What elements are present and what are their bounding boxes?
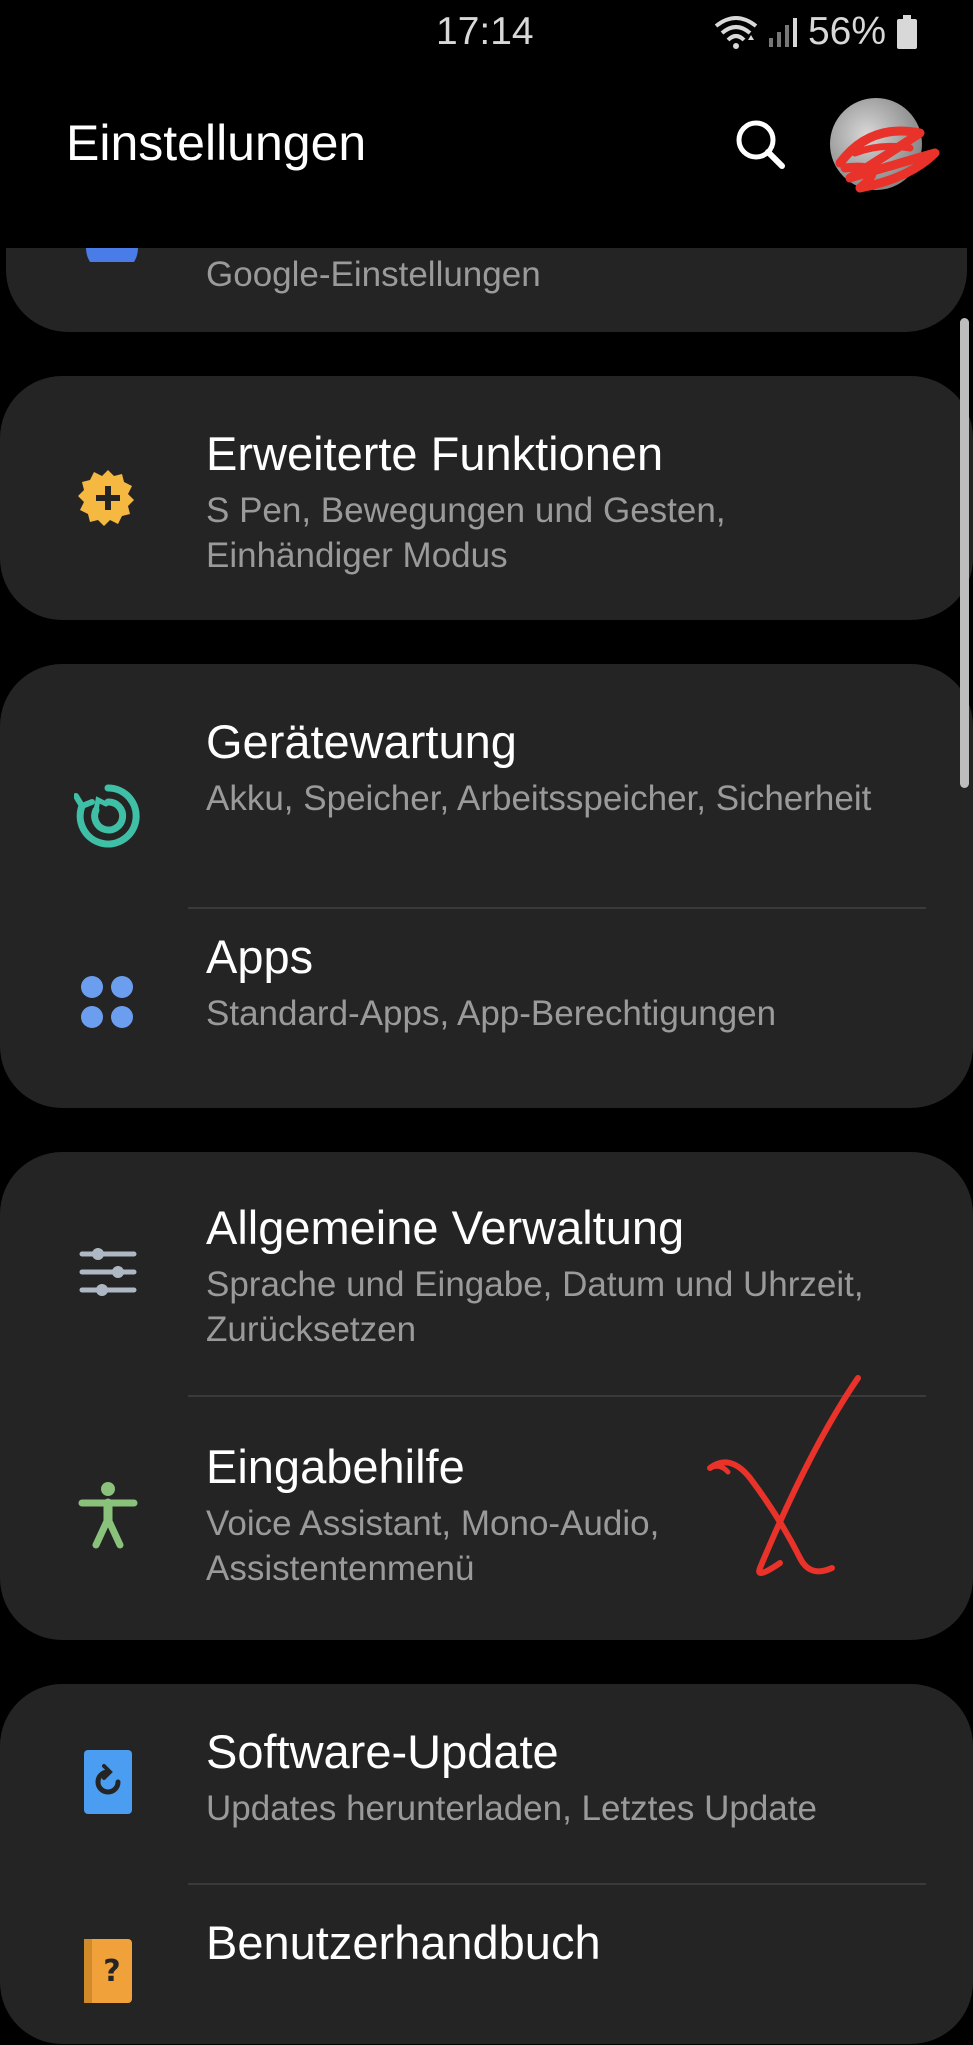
settings-card-advanced: Erweiterte Funktionen S Pen, Bewegungen …	[0, 376, 973, 620]
status-bar: 17:14 56%	[0, 0, 973, 70]
row-title: Benutzerhandbuch	[206, 1916, 601, 1969]
settings-row-geraetewartung[interactable]: Gerätewartung Akku, Speicher, Arbeitsspe…	[0, 664, 973, 908]
gear-plus-icon	[74, 464, 142, 532]
settings-card-google[interactable]: Google-Einstellungen	[6, 248, 967, 332]
row-title: Apps	[206, 930, 314, 983]
battery-level: 56%	[807, 10, 886, 53]
apps-grid-icon	[74, 969, 142, 1037]
status-time: 17:14	[436, 10, 534, 53]
software-update-icon	[74, 1748, 142, 1816]
row-subtitle: Standard-Apps, App-Berechtigungen	[206, 994, 777, 1033]
status-icons: 56%	[714, 10, 918, 54]
row-subtitle: Akku, Speicher, Arbeitsspeicher, Sicherh…	[206, 779, 872, 818]
redaction-scribble	[835, 126, 940, 193]
battery-icon	[896, 14, 918, 50]
row-title: Software-Update	[206, 1725, 559, 1778]
sliders-icon	[74, 1238, 142, 1306]
settings-row-benutzerhandbuch[interactable]: ? Benutzerhandbuch	[0, 1885, 973, 2045]
row-subtitle: Updates herunterladen, Letztes Update	[206, 1789, 817, 1828]
google-icon	[86, 248, 138, 262]
row-title: Eingabehilfe	[206, 1440, 465, 1493]
wifi-icon	[714, 14, 758, 50]
row-title: Allgemeine Verwaltung	[206, 1201, 685, 1254]
device-care-icon	[74, 782, 142, 850]
cellular-signal-icon	[768, 16, 798, 48]
settings-row-apps[interactable]: Apps Standard-Apps, App-Berechtigungen	[0, 909, 973, 1108]
accessibility-icon	[74, 1481, 142, 1549]
settings-card-software: Software-Update Updates herunterladen, L…	[0, 1684, 973, 2044]
settings-row-erweiterte-funktionen[interactable]: Erweiterte Funktionen S Pen, Bewegungen …	[0, 376, 973, 620]
row-subtitle: Google-Einstellungen	[206, 255, 541, 294]
row-subtitle: Sprache und Eingabe, Datum und Uhrzeit, …	[206, 1265, 864, 1349]
row-title: Gerätewartung	[206, 715, 517, 768]
search-button[interactable]	[728, 112, 792, 176]
user-manual-icon: ?	[74, 1937, 142, 2005]
settings-row-allgemeine-verwaltung[interactable]: Allgemeine Verwaltung Sprache und Eingab…	[0, 1152, 973, 1396]
app-header: Einstellungen	[0, 90, 973, 200]
svg-text:?: ?	[103, 1954, 120, 1989]
page-title: Einstellungen	[66, 115, 367, 171]
profile-avatar[interactable]	[830, 98, 940, 193]
row-subtitle: S Pen, Bewegungen und Gesten, Einhändige…	[206, 491, 726, 575]
row-title: Erweiterte Funktionen	[206, 427, 664, 480]
annotation-cross-mark	[700, 1368, 870, 1593]
settings-card-device: Gerätewartung Akku, Speicher, Arbeitsspe…	[0, 664, 973, 1108]
settings-row-software-update[interactable]: Software-Update Updates herunterladen, L…	[0, 1684, 973, 1884]
scrollbar[interactable]	[960, 318, 969, 788]
search-icon	[736, 120, 785, 169]
